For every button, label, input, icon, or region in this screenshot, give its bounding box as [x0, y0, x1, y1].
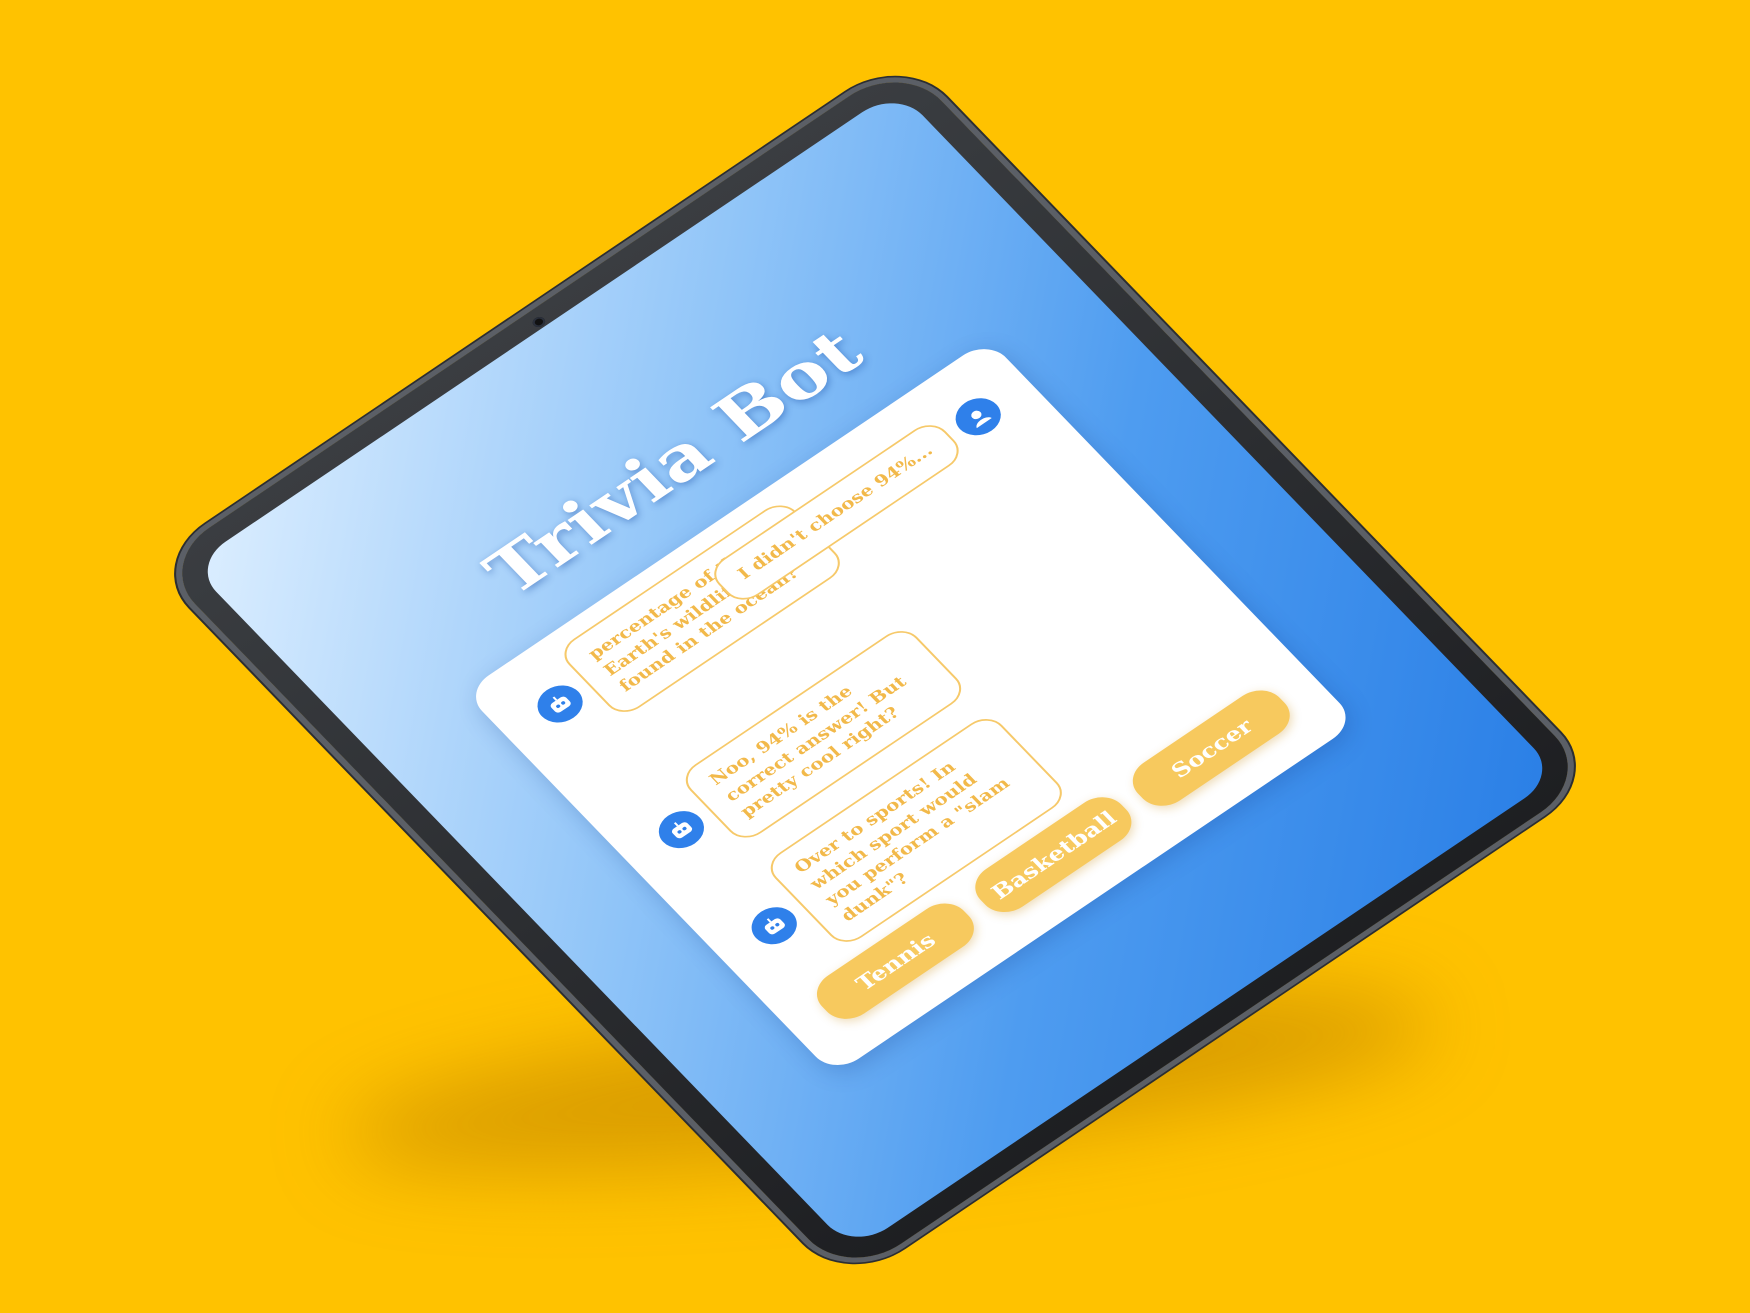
- answer-button-soccer[interactable]: Soccer: [1122, 681, 1301, 815]
- user-avatar-icon: [946, 390, 1010, 443]
- tablet-screen: Trivia Bot percentage of the Earth's wil…: [190, 88, 1560, 1252]
- tablet-device: Trivia Bot percentage of the Earth's wil…: [156, 60, 1594, 1280]
- chat-panel: percentage of the Earth's wildlife is fo…: [463, 338, 1358, 1076]
- robot-face-icon: [650, 803, 714, 857]
- robot-face-icon: [528, 678, 592, 731]
- robot-face-icon: [742, 899, 806, 953]
- mockup-stage: Trivia Bot percentage of the Earth's wil…: [0, 0, 1750, 1313]
